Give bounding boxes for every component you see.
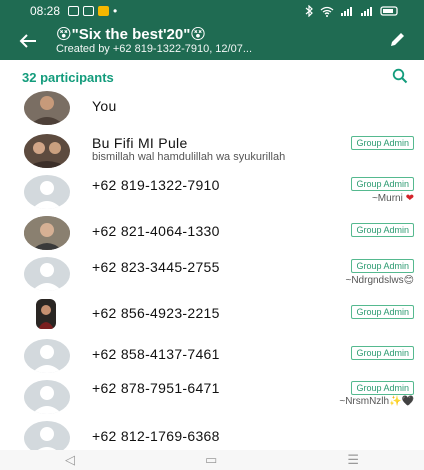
group-admin-badge: Group Admin: [351, 259, 414, 273]
signal-icon-2: [361, 7, 372, 16]
default-avatar-icon: [24, 175, 70, 209]
default-avatar-icon: [24, 257, 70, 291]
participant-pushname: ~Murni ❤: [371, 193, 414, 204]
back-button[interactable]: [8, 22, 48, 60]
participant-row[interactable]: +62 878-7951-6471 Group Admin ~NrsmNzlh✨…: [0, 377, 424, 417]
participants-header: 32 participants: [0, 66, 424, 88]
status-bar: 08:28 •: [0, 0, 424, 22]
gallery-notification-icon: [83, 6, 95, 16]
participant-name: +62 823-3445-2755: [92, 259, 220, 275]
participants-count: 32 participants: [22, 69, 114, 85]
bluetooth-icon: [305, 5, 313, 17]
participant-name: +62 821-4064-1330: [92, 223, 220, 239]
dot-icon: •: [113, 4, 118, 18]
participant-row[interactable]: +62 856-4923-2215 Group Admin: [0, 295, 424, 335]
whatsapp-notification-icon: [68, 6, 80, 16]
participant-row[interactable]: You: [0, 88, 424, 128]
nav-back-button[interactable]: ◁: [65, 452, 75, 468]
group-subtitle: Created by +62 819-1322-7910, 12/07...: [56, 43, 253, 56]
pencil-icon: [391, 33, 404, 46]
participant-row[interactable]: +62 823-3445-2755 Group Admin ~Ndrgndslw…: [0, 254, 424, 294]
participant-name: You: [92, 98, 117, 114]
edit-button[interactable]: [388, 31, 406, 54]
participant-row[interactable]: Bu Fifi MI Pule bismillah wal hamdulilla…: [0, 131, 424, 171]
group-admin-badge: Group Admin: [351, 381, 414, 395]
group-title: 😵"Six the best'20"😵: [56, 25, 206, 43]
participant-name: +62 812-1769-6368: [92, 428, 220, 444]
avatar: [24, 134, 70, 168]
default-avatar-icon: [24, 380, 70, 414]
system-nav-bar: ◁ ▭ ☰: [0, 450, 424, 470]
participant-status: bismillah wal hamdulillah wa syukurillah: [92, 151, 286, 163]
avatar: [24, 91, 70, 125]
group-admin-badge: Group Admin: [351, 223, 414, 237]
participant-pushname: ~NrsmNzlh✨🖤: [339, 396, 414, 407]
participant-row[interactable]: +62 819-1322-7910 Group Admin ~Murni ❤: [0, 172, 424, 212]
app-notification-icon: [98, 6, 110, 16]
group-admin-badge: Group Admin: [351, 346, 414, 360]
participant-name: +62 878-7951-6471: [92, 380, 220, 396]
battery-icon: [380, 6, 398, 16]
notification-icons: •: [68, 4, 117, 18]
participant-pushname: ~Ndrgndslws😊: [345, 275, 414, 286]
signal-icon: [341, 7, 352, 16]
participant-name: +62 819-1322-7910: [92, 177, 220, 193]
avatar: [36, 299, 56, 329]
status-time: 08:28: [30, 4, 61, 18]
participant-name: +62 858-4137-7461: [92, 346, 220, 362]
group-info-header: 😵"Six the best'20"😵 Created by +62 819-1…: [0, 22, 424, 60]
group-admin-badge: Group Admin: [351, 136, 414, 150]
participant-row[interactable]: +62 821-4064-1330 Group Admin: [0, 213, 424, 253]
system-icons: [304, 5, 400, 17]
participant-row[interactable]: +62 858-4137-7461 Group Admin: [0, 336, 424, 376]
group-title-block[interactable]: 😵"Six the best'20"😵 Created by +62 819-1…: [56, 25, 253, 56]
search-participants-button[interactable]: [392, 68, 408, 89]
avatar: [24, 216, 70, 250]
wifi-icon: [320, 6, 334, 17]
participant-name: Bu Fifi MI Pule: [92, 135, 188, 151]
arrow-left-icon: [19, 34, 36, 48]
nav-recents-button[interactable]: ☰: [347, 452, 359, 468]
default-avatar-icon: [24, 339, 70, 373]
participant-name: +62 856-4923-2215: [92, 305, 220, 321]
nav-home-button[interactable]: ▭: [205, 452, 217, 468]
search-icon: [392, 68, 408, 84]
group-admin-badge: Group Admin: [351, 305, 414, 319]
group-admin-badge: Group Admin: [351, 177, 414, 191]
heart-icon: ❤: [405, 193, 414, 204]
